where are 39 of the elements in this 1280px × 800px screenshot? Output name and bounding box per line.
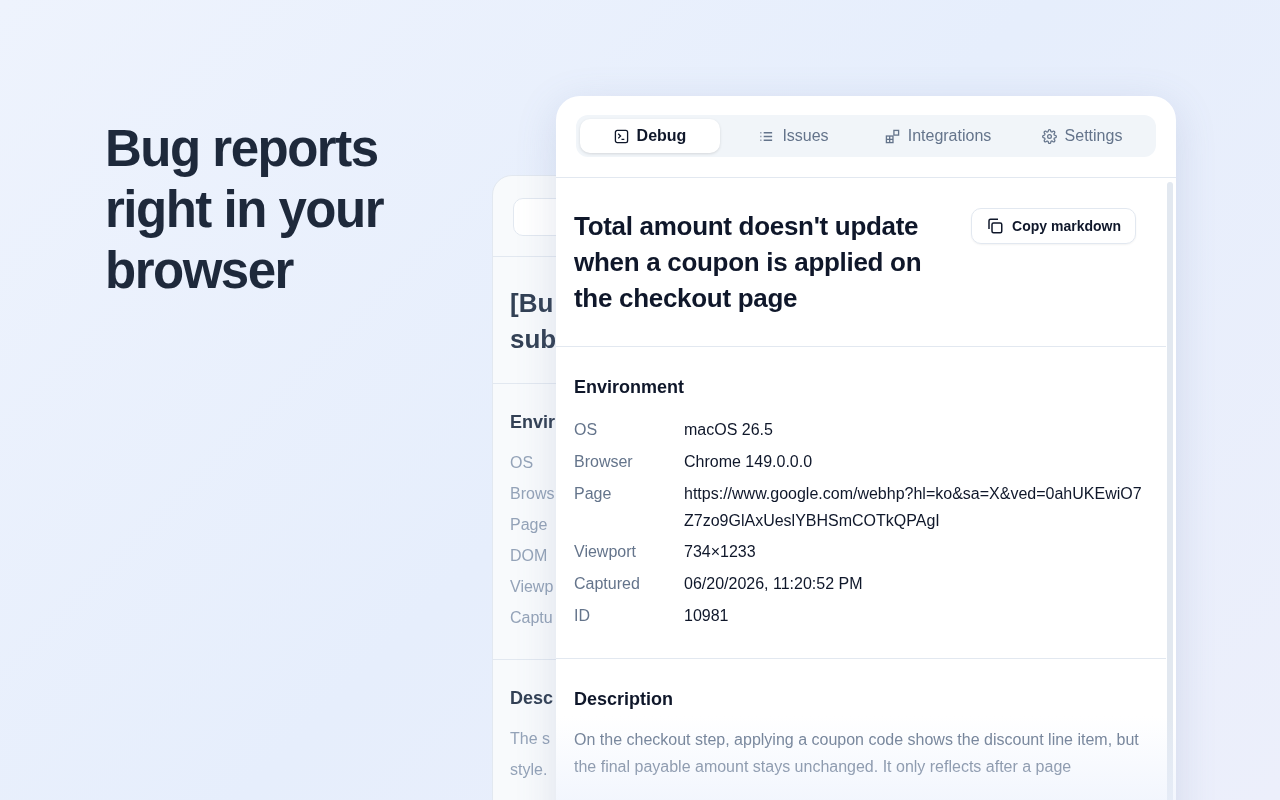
field-label: Page (510, 515, 549, 535)
field-value: 734×1233 (684, 542, 757, 562)
report-title: sub (510, 323, 558, 356)
field-label: Brows (510, 484, 556, 504)
section-heading: Envir (510, 412, 557, 433)
field-label: Browser (574, 452, 634, 472)
blocks-icon (884, 128, 900, 144)
description-text: On the checkout step, applying a coupon code shows the discount line item, but the final payable amount stays unchanged. It only reflects after a page (574, 730, 1140, 777)
copy-icon (986, 217, 1005, 235)
report-title: [Bu (510, 287, 555, 320)
section-heading: Description (574, 689, 675, 710)
headline: Bug reports right in your browser (105, 119, 385, 301)
tab[interactable]: Debug (580, 119, 720, 153)
settings-icon (1041, 128, 1057, 144)
copy-markdown-button[interactable]: Copy markdown (971, 208, 1136, 244)
field-label: Captured (574, 574, 641, 594)
tab[interactable]: Settings (1012, 119, 1152, 153)
field-label: DOM (510, 546, 549, 566)
field-label: OS (574, 420, 599, 440)
scrollbar[interactable] (1167, 182, 1173, 800)
field-value: macOS 26.5 (684, 420, 774, 440)
field-value: Chrome 149.0.0.0 (684, 452, 814, 472)
field-label: Viewport (574, 542, 637, 562)
field-value: 06/20/2026, 11:20:52 PM (684, 574, 864, 594)
field-label: Viewp (510, 577, 555, 597)
section-heading: Desc (510, 688, 555, 709)
report-title: Total amount doesn't update when a coupon is applied on the checkout page (574, 210, 923, 315)
description-text: The s (510, 729, 551, 749)
field-label: OS (510, 453, 535, 473)
section-heading: Environment (574, 377, 685, 398)
field-value: 10981 (684, 606, 730, 626)
tab[interactable]: Issues (724, 119, 864, 153)
field-label: Captu (510, 608, 554, 628)
field-label: Page (574, 484, 613, 504)
field-value: https://www.google.com/webhp?hl=ko&sa=X&ved=0ahUKEwiO7Z7zo9GlAxUeslYBHSmCOTkQPAgI (684, 484, 1143, 531)
field-label: ID (574, 606, 591, 626)
terminal-icon (613, 128, 629, 144)
tab[interactable]: Integrations (868, 119, 1008, 153)
description-text: style. (510, 760, 549, 780)
